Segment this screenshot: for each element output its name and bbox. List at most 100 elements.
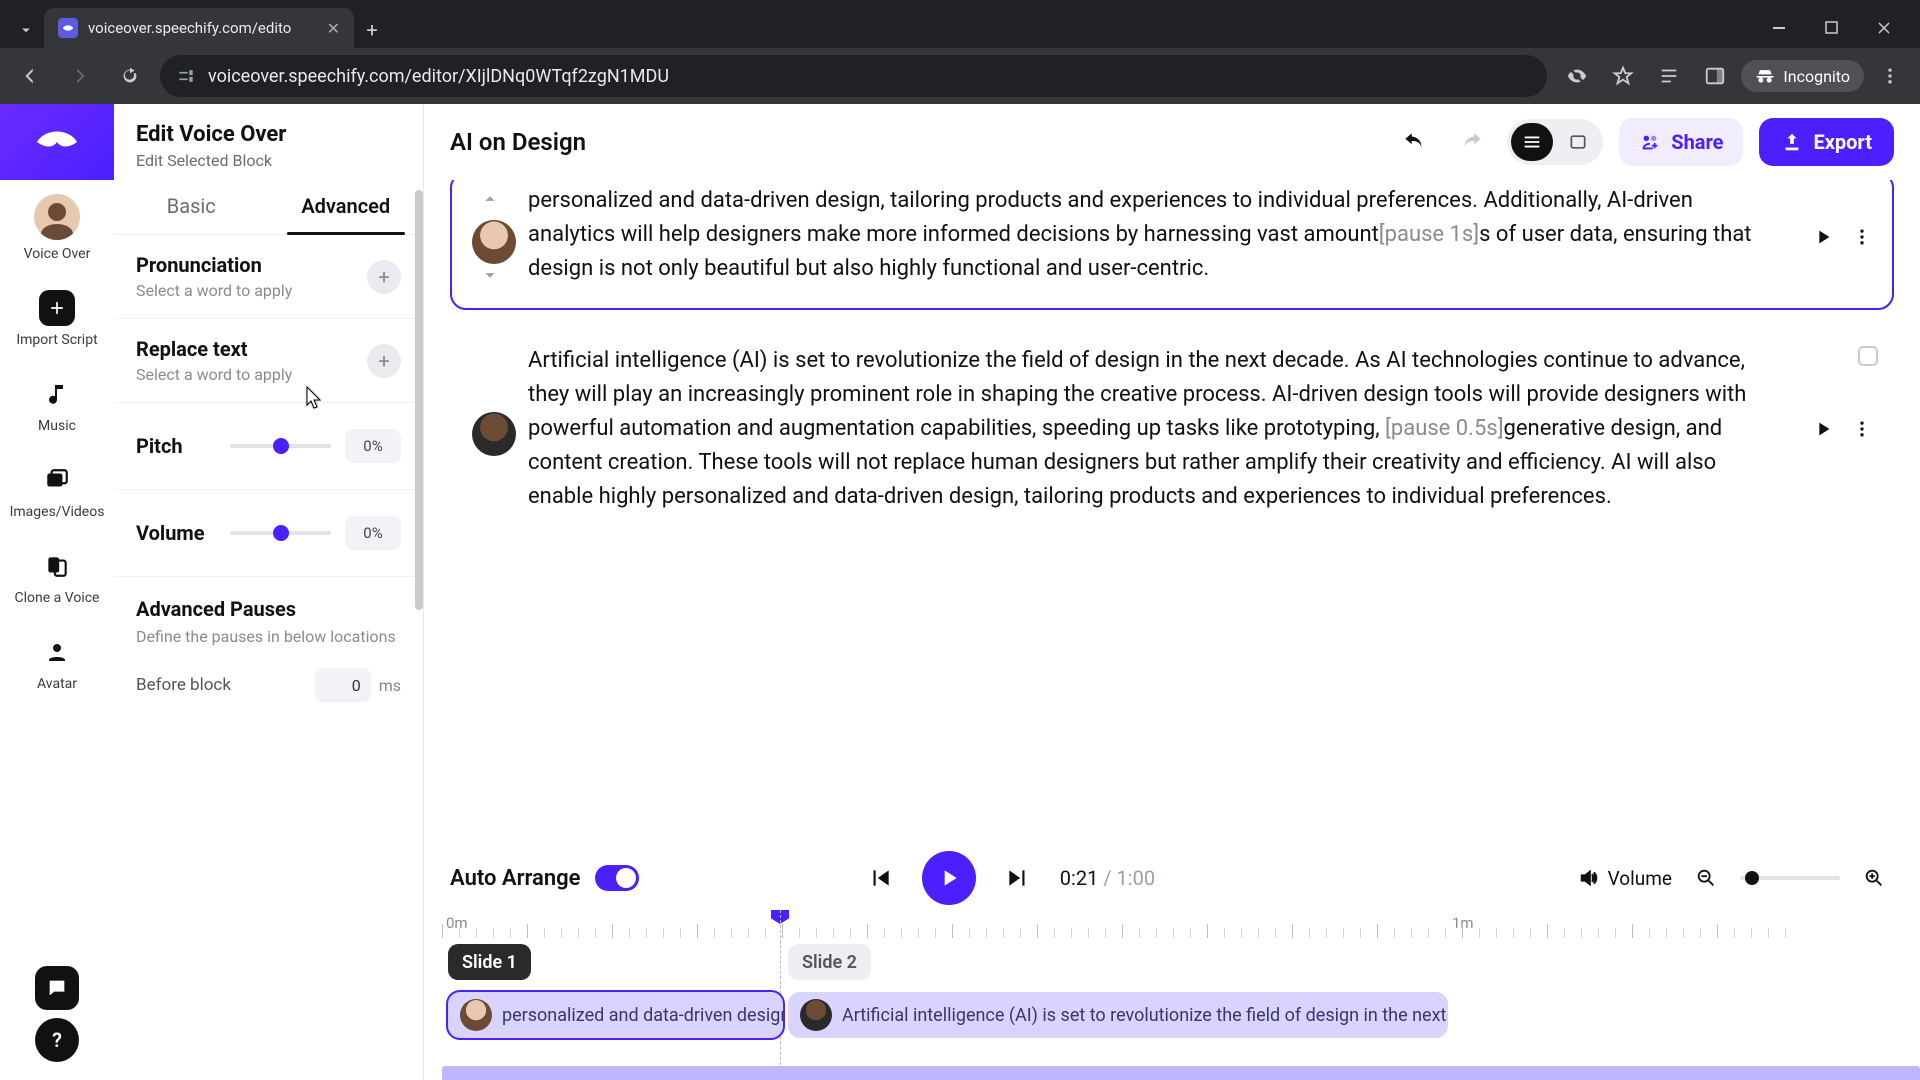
blocks-list[interactable]: personalized and data-driven design, tai…	[424, 180, 1920, 846]
close-window-button[interactable]	[1864, 12, 1904, 44]
before-block-label: Before block	[136, 675, 231, 695]
favicon-icon	[58, 18, 78, 38]
speaker-avatar[interactable]	[472, 412, 516, 456]
close-icon[interactable]: ✕	[327, 19, 340, 38]
play-button[interactable]	[922, 851, 976, 905]
volume-slider[interactable]	[230, 531, 331, 535]
replace-label: Replace text	[136, 337, 292, 361]
voice-block-1[interactable]: personalized and data-driven design, tai…	[450, 180, 1894, 310]
rail-help-button[interactable]: ?	[35, 1018, 79, 1062]
skip-back-button[interactable]	[860, 858, 900, 898]
tab-advanced[interactable]: Advanced	[269, 178, 424, 234]
play-block-button[interactable]	[1812, 226, 1834, 248]
maximize-button[interactable]	[1812, 12, 1852, 44]
volume-thumb[interactable]	[273, 525, 289, 541]
timeline-clip-2[interactable]: Artificial intelligence (AI) is set to r…	[788, 992, 1448, 1038]
incognito-label: Incognito	[1783, 67, 1850, 86]
address-bar[interactable]: voiceover.speechify.com/editor/XIjlDNq0W…	[160, 55, 1547, 97]
browser-menu-icon[interactable]	[1870, 56, 1910, 96]
zoom-slider[interactable]	[1740, 876, 1840, 880]
site-settings-icon[interactable]	[176, 66, 196, 86]
eye-off-icon[interactable]	[1557, 56, 1597, 96]
tab-search-dropdown[interactable]	[8, 12, 44, 48]
master-volume[interactable]: Volume	[1578, 867, 1672, 890]
back-button[interactable]	[10, 56, 50, 96]
zoom-thumb[interactable]	[1745, 871, 1759, 885]
volume-value: 0%	[345, 516, 401, 550]
zoom-out-button[interactable]	[1686, 858, 1726, 898]
adv-pauses-label: Advanced Pauses	[136, 597, 401, 621]
browser-tab-active[interactable]: voiceover.speechify.com/edito ✕	[44, 8, 354, 48]
url-text: voiceover.speechify.com/editor/XIjlDNq0W…	[208, 66, 669, 87]
volume-label: Volume	[136, 521, 216, 545]
before-block-row: Before block 0 ms	[114, 646, 423, 710]
tab-basic[interactable]: Basic	[114, 178, 269, 234]
project-title[interactable]: AI on Design	[450, 128, 1379, 156]
before-block-unit: ms	[379, 676, 401, 695]
avatar-icon	[39, 634, 75, 670]
rail-clone-voice[interactable]: Clone a Voice	[0, 534, 114, 620]
rail-import-script[interactable]: Import Script	[0, 276, 114, 362]
block-menu-button[interactable]	[1852, 227, 1872, 247]
incognito-chip[interactable]: Incognito	[1741, 60, 1864, 92]
timeline[interactable]: 0m 1m Slide 1 Slide 2 personalized and d…	[424, 910, 1920, 1080]
share-icon	[1639, 131, 1661, 153]
rail-avatar[interactable]: Avatar	[0, 620, 114, 706]
forward-button[interactable]	[60, 56, 100, 96]
pitch-value: 0%	[345, 429, 401, 463]
voice-block-2[interactable]: Artificial intelligence (AI) is set to r…	[450, 332, 1894, 534]
pitch-label: Pitch	[136, 434, 216, 458]
add-pronunciation-button[interactable]: +	[367, 260, 401, 294]
pause-tag[interactable]: [pause 0.5s]	[1385, 416, 1503, 441]
timeline-ruler[interactable]: 0m 1m	[442, 910, 1894, 938]
skip-forward-button[interactable]	[998, 858, 1038, 898]
reading-list-icon[interactable]	[1649, 56, 1689, 96]
add-replace-button[interactable]: +	[367, 344, 401, 378]
rail-voice-over[interactable]: Voice Over	[0, 180, 114, 276]
new-tab-button[interactable]: +	[354, 12, 390, 48]
export-button[interactable]: Export	[1759, 118, 1894, 166]
play-block-button[interactable]	[1812, 418, 1834, 440]
timeline-clip-1[interactable]: personalized and data-driven design, ta	[448, 992, 783, 1038]
view-toggle	[1507, 119, 1603, 165]
speaker-avatar[interactable]	[472, 220, 516, 264]
view-grid-button[interactable]	[1557, 123, 1599, 161]
rail-chat-button[interactable]	[35, 966, 79, 1010]
view-list-button[interactable]	[1511, 123, 1553, 161]
before-block-input[interactable]: 0	[315, 668, 371, 702]
timeline-scrollbar[interactable]	[442, 1066, 1920, 1080]
pause-tag[interactable]: [pause 1s]	[1379, 222, 1479, 247]
rail-label: Voice Over	[24, 246, 91, 262]
brand-logo[interactable]	[0, 104, 114, 180]
zoom-in-button[interactable]	[1854, 858, 1894, 898]
section-volume: Volume 0%	[114, 490, 423, 577]
side-panel: Edit Voice Over Edit Selected Block Basi…	[114, 104, 424, 1080]
share-button[interactable]: Share	[1619, 118, 1743, 166]
rail-images-videos[interactable]: Images/Videos	[0, 448, 114, 534]
time-display: 0:21 / 1:00	[1060, 866, 1155, 890]
side-panel-scrollbar[interactable]	[415, 190, 423, 610]
chevron-down-icon[interactable]	[479, 264, 501, 286]
block-menu-button[interactable]	[1852, 419, 1872, 439]
bookmark-star-icon[interactable]	[1603, 56, 1643, 96]
pitch-slider[interactable]	[230, 444, 331, 448]
pitch-thumb[interactable]	[273, 438, 289, 454]
block-select-checkbox[interactable]	[1858, 346, 1878, 366]
redo-button[interactable]	[1451, 122, 1491, 162]
slide-chip-1[interactable]: Slide 1	[448, 944, 531, 980]
minimize-button[interactable]	[1760, 12, 1800, 44]
reload-button[interactable]	[110, 56, 150, 96]
voice-avatar-icon	[34, 194, 80, 240]
block-text[interactable]: personalized and data-driven design, tai…	[528, 184, 1782, 290]
rail-music[interactable]: Music	[0, 362, 114, 448]
slide-track: Slide 1 Slide 2	[442, 944, 1894, 990]
auto-arrange-toggle[interactable]	[595, 865, 639, 891]
side-panel-icon[interactable]	[1695, 56, 1735, 96]
slide-chip-2[interactable]: Slide 2	[788, 944, 871, 980]
undo-button[interactable]	[1395, 122, 1435, 162]
plus-icon	[39, 290, 75, 326]
side-panel-scroll[interactable]: Pronunciation Select a word to apply + R…	[114, 235, 423, 1080]
export-icon	[1781, 131, 1803, 153]
block-text[interactable]: Artificial intelligence (AI) is set to r…	[528, 344, 1782, 514]
chevron-up-icon[interactable]	[479, 188, 501, 210]
